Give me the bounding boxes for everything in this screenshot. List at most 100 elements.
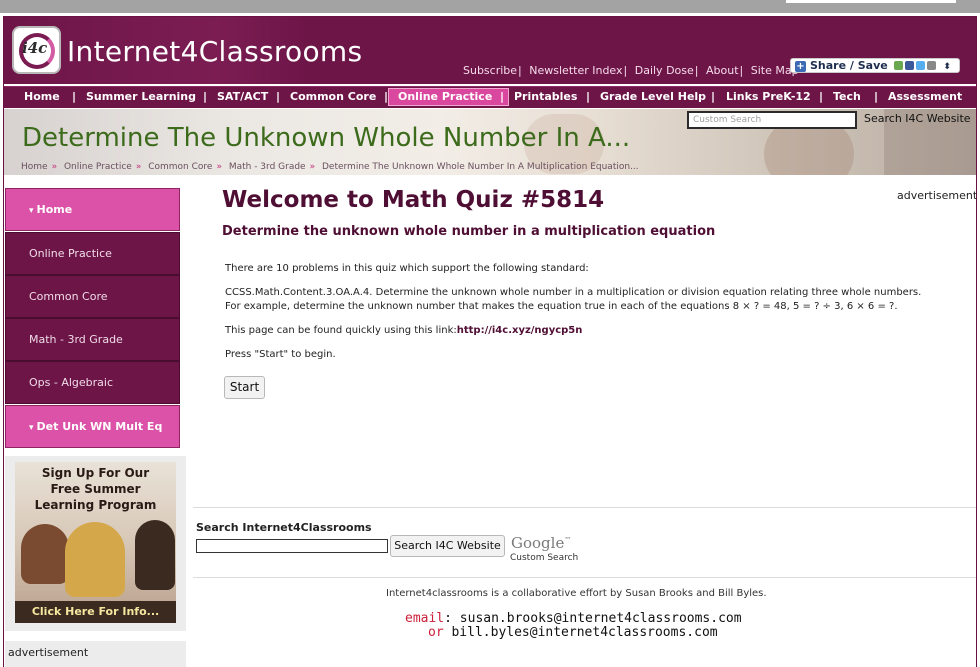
or-label: or xyxy=(428,625,444,640)
share-save-button[interactable]: + Share / Save ⬍ xyxy=(790,58,960,73)
facebook-icon xyxy=(904,61,914,70)
breadcrumb-arrow-icon: » xyxy=(309,162,316,172)
nav-separator: | xyxy=(586,90,591,103)
nav-summer-learning[interactable]: Summer Learning xyxy=(86,90,196,103)
chevron-down-icon: ▾ xyxy=(29,423,34,433)
quick-link-prefix: This page can be found quickly using thi… xyxy=(225,325,457,336)
quick-link-line: This page can be found quickly using thi… xyxy=(225,324,582,338)
nav-sat-act[interactable]: SAT/ACT xyxy=(217,90,268,103)
nav-home[interactable]: Home xyxy=(24,90,60,103)
top-link-separator: | xyxy=(694,64,699,77)
top-link-newsletter-index[interactable]: Newsletter Index xyxy=(529,64,622,77)
sidebar-item-common-core[interactable]: Common Core xyxy=(5,275,180,318)
top-strip-box xyxy=(786,0,956,3)
email-link-susan[interactable]: susan.brooks@internet4classrooms.com xyxy=(460,611,742,626)
nav-grade-level-help[interactable]: Grade Level Help xyxy=(600,90,706,103)
breadcrumb-arrow-icon: » xyxy=(135,162,142,172)
promo-click-here[interactable]: Click Here For Info... xyxy=(15,601,176,623)
breadcrumb-current: Determine The Unknown Whole Number In A … xyxy=(321,162,639,172)
standard-text-line-2: For example, determine the unknown numbe… xyxy=(225,301,898,312)
nav-separator: | xyxy=(711,90,716,103)
quick-link[interactable]: http://i4c.xyz/ngycp5n xyxy=(457,325,583,336)
google-logo-text: Google xyxy=(511,534,565,552)
footer-search-input[interactable] xyxy=(196,539,388,553)
logo-text[interactable]: Internet4Classrooms xyxy=(67,35,362,68)
footer-email-line-2: or bill.byles@internet4classrooms.com xyxy=(428,625,718,640)
sidebar-item-home[interactable]: ▾ Home xyxy=(5,188,180,231)
footer-search-button[interactable]: Search I4C Website xyxy=(390,535,505,557)
top-link-daily-dose[interactable]: Daily Dose xyxy=(635,64,694,77)
nav-online-practice[interactable]: Online Practice xyxy=(398,90,492,103)
nav-separator: | xyxy=(874,90,879,103)
google-custom-search-label: Custom Search xyxy=(510,553,579,563)
press-start-text: Press "Start" to begin. xyxy=(225,349,336,360)
breadcrumb-online-practice[interactable]: Online Practice xyxy=(64,162,132,172)
footer-collaboration-text: Internet4classrooms is a collaborative e… xyxy=(386,588,767,599)
sidebar-item-label: Common Core xyxy=(29,290,108,303)
promo-photo-shape xyxy=(135,520,175,590)
top-link-about[interactable]: About xyxy=(706,64,739,77)
breadcrumb-arrow-icon: » xyxy=(216,162,222,172)
search-placeholder: Custom Search xyxy=(693,115,762,125)
custom-search-input[interactable]: Custom Search xyxy=(687,111,857,129)
sidebar-item-online-practice[interactable]: Online Practice xyxy=(5,232,180,275)
nav-separator: | xyxy=(276,90,281,103)
logo-badge-text: i4c xyxy=(22,39,48,57)
logo-area[interactable]: i4c Internet4Classrooms xyxy=(4,17,362,84)
nav-separator: | xyxy=(384,90,389,103)
sidebar-item-label: Math - 3rd Grade xyxy=(29,333,123,346)
top-link-separator: | xyxy=(623,64,628,77)
sidebar-item-math-3rd-grade[interactable]: Math - 3rd Grade xyxy=(5,318,180,361)
nav-separator: | xyxy=(500,90,505,103)
sidebar-item-label: Online Practice xyxy=(29,247,112,260)
divider xyxy=(193,577,976,578)
print-icon xyxy=(893,61,903,70)
sidebar-item-det-unk-wn-mult-eq[interactable]: ▾ Det Unk WN Mult Eq xyxy=(5,405,180,448)
google-logo: Google™ xyxy=(511,534,571,552)
top-link-separator: | xyxy=(739,64,744,77)
footer-email-line-1: email: susan.brooks@internet4classrooms.… xyxy=(405,611,742,626)
trademark-mark: ™ xyxy=(564,536,572,544)
sidebar-item-ops-algebraic[interactable]: Ops - Algebraic xyxy=(5,361,180,404)
nav-printables[interactable]: Printables xyxy=(514,90,577,103)
top-links: Subscribe| Newsletter Index| Daily Dose|… xyxy=(463,64,799,77)
page-heading: Determine The Unknown Whole Number In A.… xyxy=(22,123,631,153)
quiz-intro: There are 10 problems in this quiz which… xyxy=(225,263,589,274)
advertisement-label: advertisement xyxy=(897,189,978,202)
breadcrumb-arrow-icon: » xyxy=(51,162,58,172)
nav-separator: | xyxy=(819,90,824,103)
breadcrumb-home[interactable]: Home xyxy=(21,162,48,172)
logo-icon[interactable]: i4c xyxy=(12,26,61,74)
sidebar-item-label: Det Unk WN Mult Eq xyxy=(36,420,163,433)
summer-learning-promo[interactable]: Sign Up For Our Free Summer Learning Pro… xyxy=(5,456,186,631)
site-header: i4c Internet4Classrooms Subscribe| Newsl… xyxy=(4,17,976,84)
nav-links-prek-12[interactable]: Links PreK-12 xyxy=(726,90,811,103)
page-root: i4c Internet4Classrooms Subscribe| Newsl… xyxy=(0,0,980,667)
sidebar-item-label: Ops - Algebraic xyxy=(29,376,114,389)
breadcrumb: Home» Online Practice» Common Core» Math… xyxy=(21,162,639,172)
nav-common-core[interactable]: Common Core xyxy=(290,90,376,103)
quiz-title: Welcome to Math Quiz #5814 xyxy=(222,187,605,213)
promo-headline: Sign Up For Our Free Summer Learning Pro… xyxy=(15,465,176,513)
sidebar-item-label: Home xyxy=(36,203,73,216)
page-banner: Determine The Unknown Whole Number In A.… xyxy=(4,109,976,175)
nav-tech[interactable]: Tech xyxy=(833,90,861,103)
promo-headline-line: Learning Program xyxy=(34,498,157,512)
nav-assessment[interactable]: Assessment xyxy=(888,90,962,103)
start-button[interactable]: Start xyxy=(224,376,265,399)
divider xyxy=(193,507,976,508)
promo-image[interactable]: Sign Up For Our Free Summer Learning Pro… xyxy=(15,462,176,623)
top-link-separator: | xyxy=(518,64,522,77)
breadcrumb-math-3rd-grade[interactable]: Math - 3rd Grade xyxy=(229,162,306,172)
promo-photo-shape xyxy=(21,524,69,584)
search-website-button[interactable]: Search I4C Website xyxy=(864,112,971,125)
promo-headline-line: Free Summer xyxy=(50,482,141,496)
breadcrumb-common-core[interactable]: Common Core xyxy=(148,162,212,172)
email-link-bill[interactable]: bill.byles@internet4classrooms.com xyxy=(451,625,717,640)
footer-search-heading: Search Internet4Classrooms xyxy=(196,521,372,534)
chevron-down-icon: ▾ xyxy=(29,206,34,216)
promo-headline-line: Sign Up For Our xyxy=(41,466,150,480)
top-link-subscribe[interactable]: Subscribe xyxy=(463,64,517,77)
email-label: email xyxy=(405,611,445,626)
promo-photo-shape xyxy=(65,522,125,597)
